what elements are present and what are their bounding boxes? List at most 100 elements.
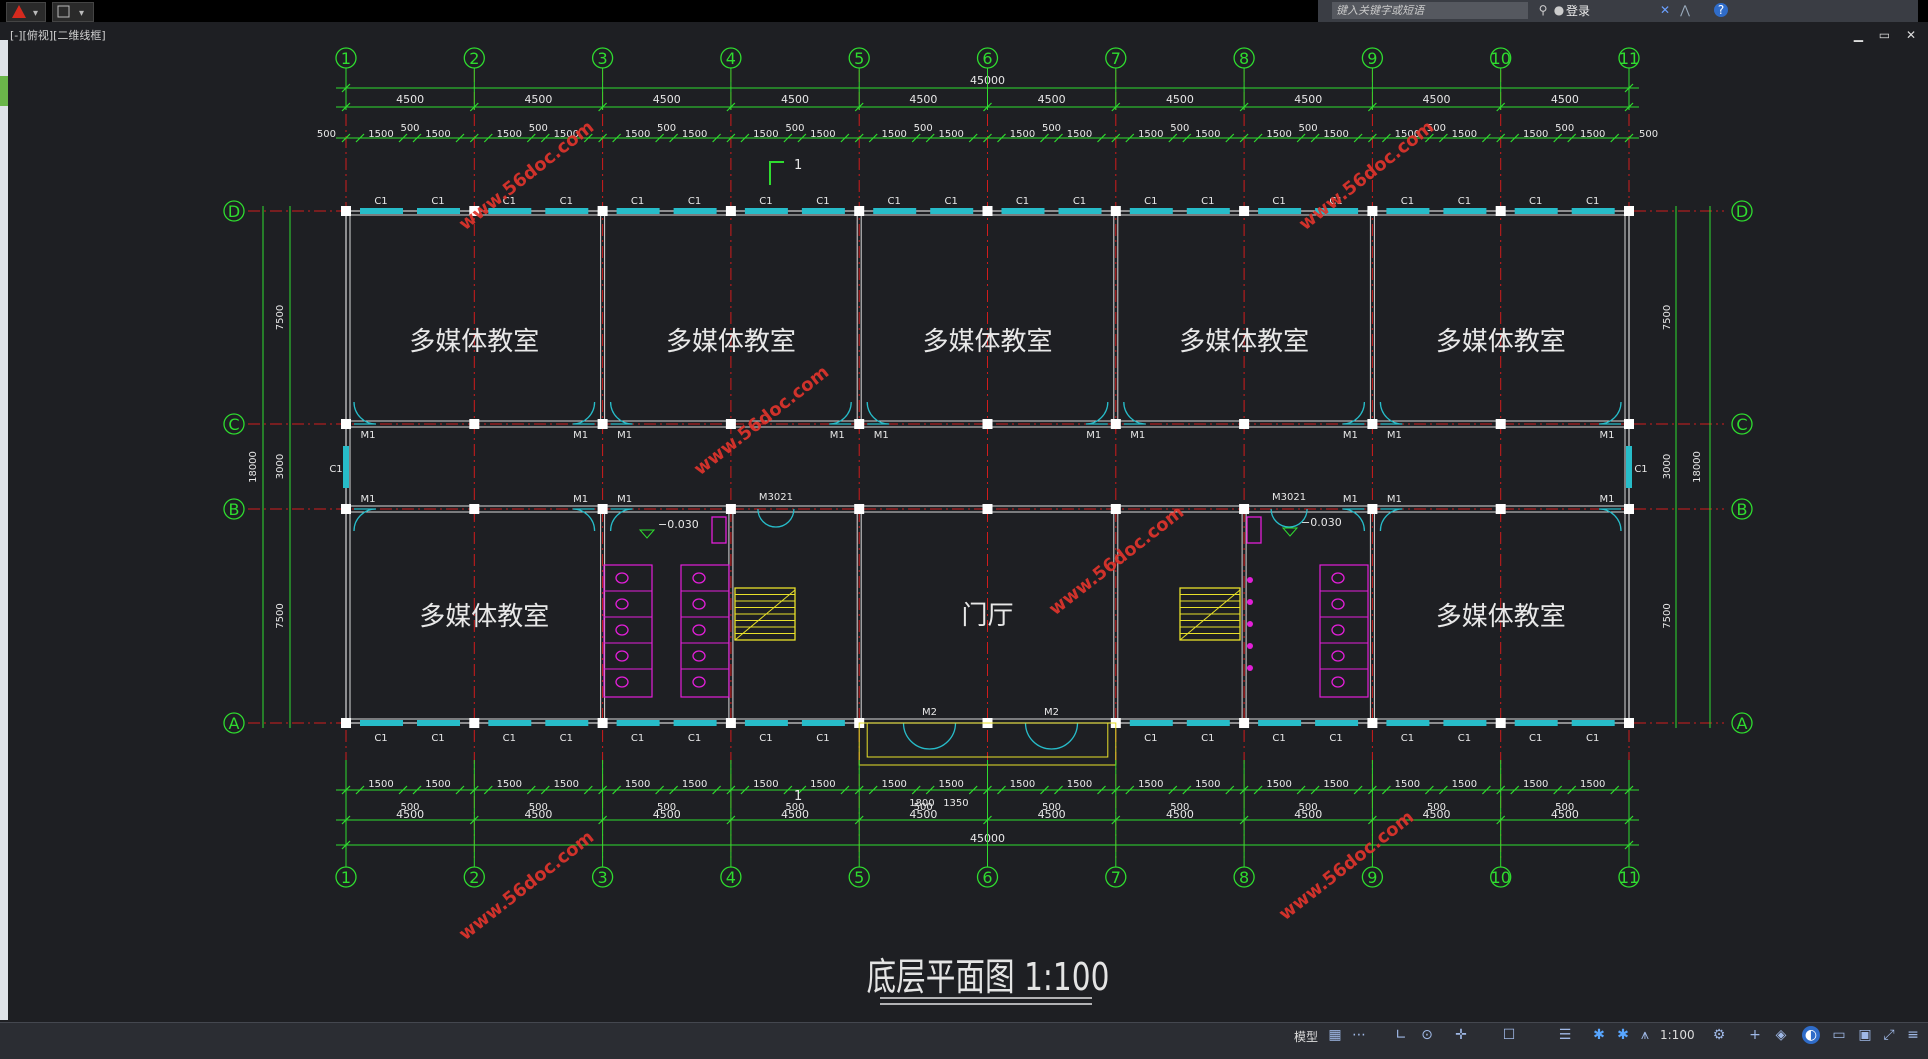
window-label: C1: [688, 733, 701, 744]
annotation-visibility-icon[interactable]: ✱: [1590, 1026, 1608, 1044]
window-label: C1: [1272, 196, 1285, 207]
drawing-canvas[interactable]: 450004500 4500 4500 4500 4500 4500 4500 4500 450…: [0, 0, 1928, 1022]
dimension-text: 4500: [396, 808, 424, 821]
model-tab[interactable]: 模型: [1294, 1028, 1318, 1045]
level-symbol: [638, 529, 656, 539]
column: [1495, 419, 1506, 429]
customize-menu-icon[interactable]: ≡: [1904, 1026, 1922, 1044]
annotation-icon[interactable]: ☰: [1556, 1026, 1574, 1044]
axis-number: 5: [854, 868, 864, 887]
window: [1571, 720, 1615, 726]
column: [469, 419, 480, 429]
axis-letter: C: [1736, 415, 1747, 434]
dimension-text: 1500: [1195, 129, 1220, 140]
dimension-text: 7500: [1662, 305, 1673, 330]
dimension-text: 18000: [1692, 451, 1703, 483]
column: [1239, 206, 1250, 216]
door-label: M1: [1343, 430, 1358, 441]
workspace-gear-icon[interactable]: ⚙: [1710, 1026, 1728, 1044]
window: [801, 720, 845, 726]
dimension-text: 1500: [1010, 129, 1035, 140]
section-label: 1: [794, 789, 802, 804]
column: [1495, 718, 1506, 728]
door-label: M3021: [1272, 492, 1306, 503]
watermark-text: www.56doc.com: [1045, 502, 1188, 620]
dimension-text: 4500: [909, 93, 937, 106]
section-label: 1: [794, 158, 802, 173]
dimension-text: 1350: [943, 798, 968, 809]
window-label: C1: [1144, 196, 1157, 207]
dimension-text: 4500: [653, 808, 681, 821]
column: [1367, 419, 1378, 429]
axis-number: 9: [1367, 868, 1377, 887]
polar-icon[interactable]: ⊙: [1418, 1026, 1436, 1044]
window: [417, 208, 460, 214]
column: [1624, 504, 1634, 514]
axis-letter: B: [1737, 500, 1748, 519]
window: [417, 720, 460, 726]
isolate-icon[interactable]: ◈: [1772, 1026, 1790, 1044]
fullscreen-icon[interactable]: ⤢: [1880, 1026, 1898, 1044]
axis-number: 10: [1491, 868, 1511, 887]
osnap-icon[interactable]: ✛: [1452, 1026, 1470, 1044]
toilet-fixture: [692, 650, 706, 662]
window: [1129, 720, 1173, 726]
window: [1514, 208, 1558, 214]
door-label: M1: [1343, 494, 1358, 505]
dimension-text: 1500: [368, 129, 393, 140]
window-label: C1: [560, 196, 573, 207]
column: [982, 419, 993, 429]
window: [545, 208, 589, 214]
window-label: C1: [688, 196, 701, 207]
urinal: [1247, 577, 1253, 583]
window: [1129, 208, 1173, 214]
lineweight-icon[interactable]: ☐: [1500, 1026, 1518, 1044]
window: [1386, 720, 1430, 726]
dimension-text: 1500: [1523, 779, 1548, 790]
grid-icon[interactable]: ▦: [1326, 1026, 1344, 1044]
window-label: C1: [1272, 733, 1285, 744]
clean-screen-icon[interactable]: ▭: [1830, 1026, 1848, 1044]
dimension-text: 4500: [1294, 808, 1322, 821]
dimension-text: 4500: [1551, 808, 1579, 821]
dimension-text: 18000: [248, 451, 259, 483]
door-label: M1: [617, 430, 632, 441]
window-label: C1: [1073, 196, 1086, 207]
toilet-fixture: [692, 598, 706, 610]
column: [469, 718, 480, 728]
auto-scale-icon[interactable]: ✱: [1614, 1026, 1632, 1044]
dimension-text: 1500: [881, 129, 906, 140]
level-text: −0.030: [1301, 516, 1342, 529]
dimension-text: 1500: [810, 779, 835, 790]
door-label: M1: [1130, 430, 1145, 441]
column: [597, 718, 608, 728]
ortho-icon[interactable]: ∟: [1392, 1026, 1410, 1044]
column: [1367, 718, 1378, 728]
dimension-text: 1500: [1452, 129, 1477, 140]
window: [343, 446, 349, 488]
annotation-scale-dropdown[interactable]: 1:100: [1660, 1028, 1695, 1042]
dimension-text: 4500: [1166, 93, 1194, 106]
window-label: C1: [1201, 733, 1214, 744]
snap-icon[interactable]: ⋯: [1350, 1026, 1368, 1044]
dimension-lines: 450004500 4500 4500 4500 4500 4500 4500 4500 450…: [248, 74, 1711, 850]
axis-letter: B: [229, 500, 240, 519]
window: [1186, 720, 1230, 726]
column: [1624, 419, 1634, 429]
window-label: C1: [329, 464, 342, 475]
dimension-text: 3000: [1662, 454, 1673, 479]
column: [1624, 206, 1634, 216]
toilet-fixture: [615, 598, 629, 610]
urinal: [1247, 643, 1253, 649]
dimension-text: 1500: [1067, 779, 1092, 790]
column: [597, 419, 608, 429]
dimension-text: 1500: [753, 129, 778, 140]
window: [1386, 208, 1430, 214]
window: [873, 208, 917, 214]
dimension-text: 7500: [275, 603, 286, 628]
properties-icon[interactable]: ▣: [1856, 1026, 1874, 1044]
dimension-text: 1500: [554, 779, 579, 790]
hardware-accel-icon[interactable]: ◐: [1802, 1026, 1820, 1044]
plus-icon[interactable]: +: [1746, 1026, 1764, 1044]
window-label: C1: [503, 733, 516, 744]
